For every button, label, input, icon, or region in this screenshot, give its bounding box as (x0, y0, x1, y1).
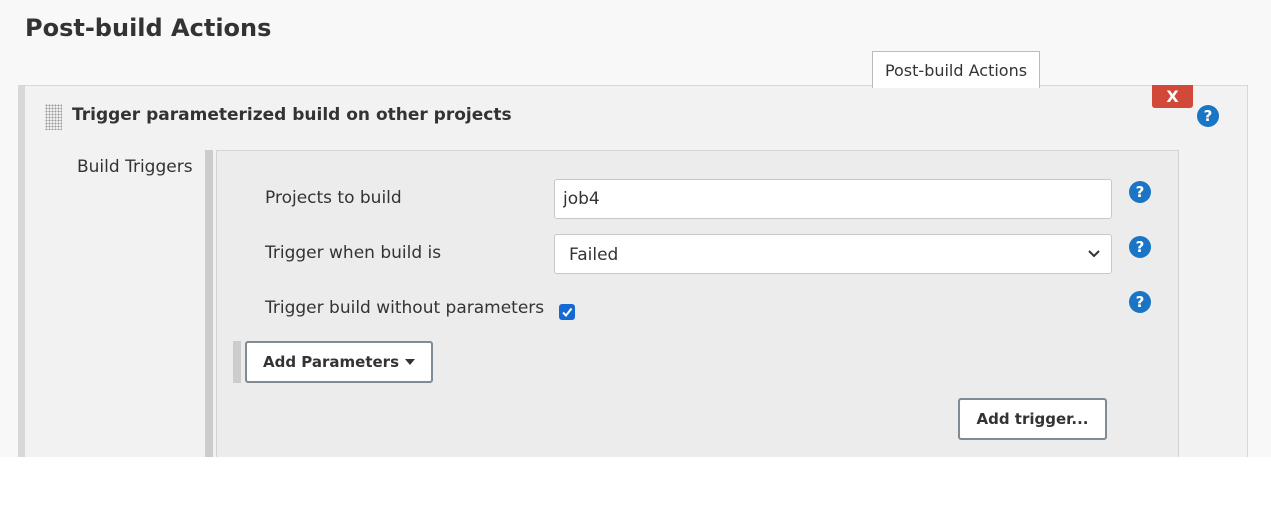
add-parameters-bar (233, 341, 241, 383)
step-help-icon[interactable] (1197, 105, 1219, 127)
caret-down-icon (405, 359, 415, 365)
build-triggers-bar (205, 150, 213, 457)
add-trigger-button[interactable]: Add trigger... (958, 398, 1107, 440)
drag-handle-icon[interactable] (45, 104, 62, 130)
without-params-label: Trigger build without parameters (265, 298, 545, 318)
projects-help-icon[interactable] (1129, 181, 1151, 203)
step-title: Trigger parameterized build on other pro… (72, 105, 512, 125)
trigger-when-help-icon[interactable] (1129, 236, 1151, 258)
delete-step-button[interactable]: X (1152, 85, 1193, 108)
step-left-bar (18, 85, 25, 457)
without-params-help-icon[interactable] (1129, 291, 1151, 313)
trigger-when-select[interactable]: Failed (554, 234, 1112, 274)
check-icon (562, 307, 573, 318)
trigger-when-label: Trigger when build is (265, 243, 442, 263)
without-params-checkbox[interactable] (559, 304, 575, 320)
projects-to-build-input[interactable] (554, 179, 1112, 219)
build-triggers-label: Build Triggers (77, 157, 193, 177)
section-title: Post-build Actions (25, 14, 272, 42)
trigger-when-value: Failed (569, 245, 619, 265)
chevron-down-icon (1088, 250, 1100, 258)
add-parameters-label: Add Parameters (262, 353, 399, 371)
projects-to-build-label: Projects to build (265, 188, 402, 208)
post-build-actions-tooltip: Post-build Actions (872, 51, 1040, 88)
add-parameters-button[interactable]: Add Parameters (245, 341, 433, 383)
